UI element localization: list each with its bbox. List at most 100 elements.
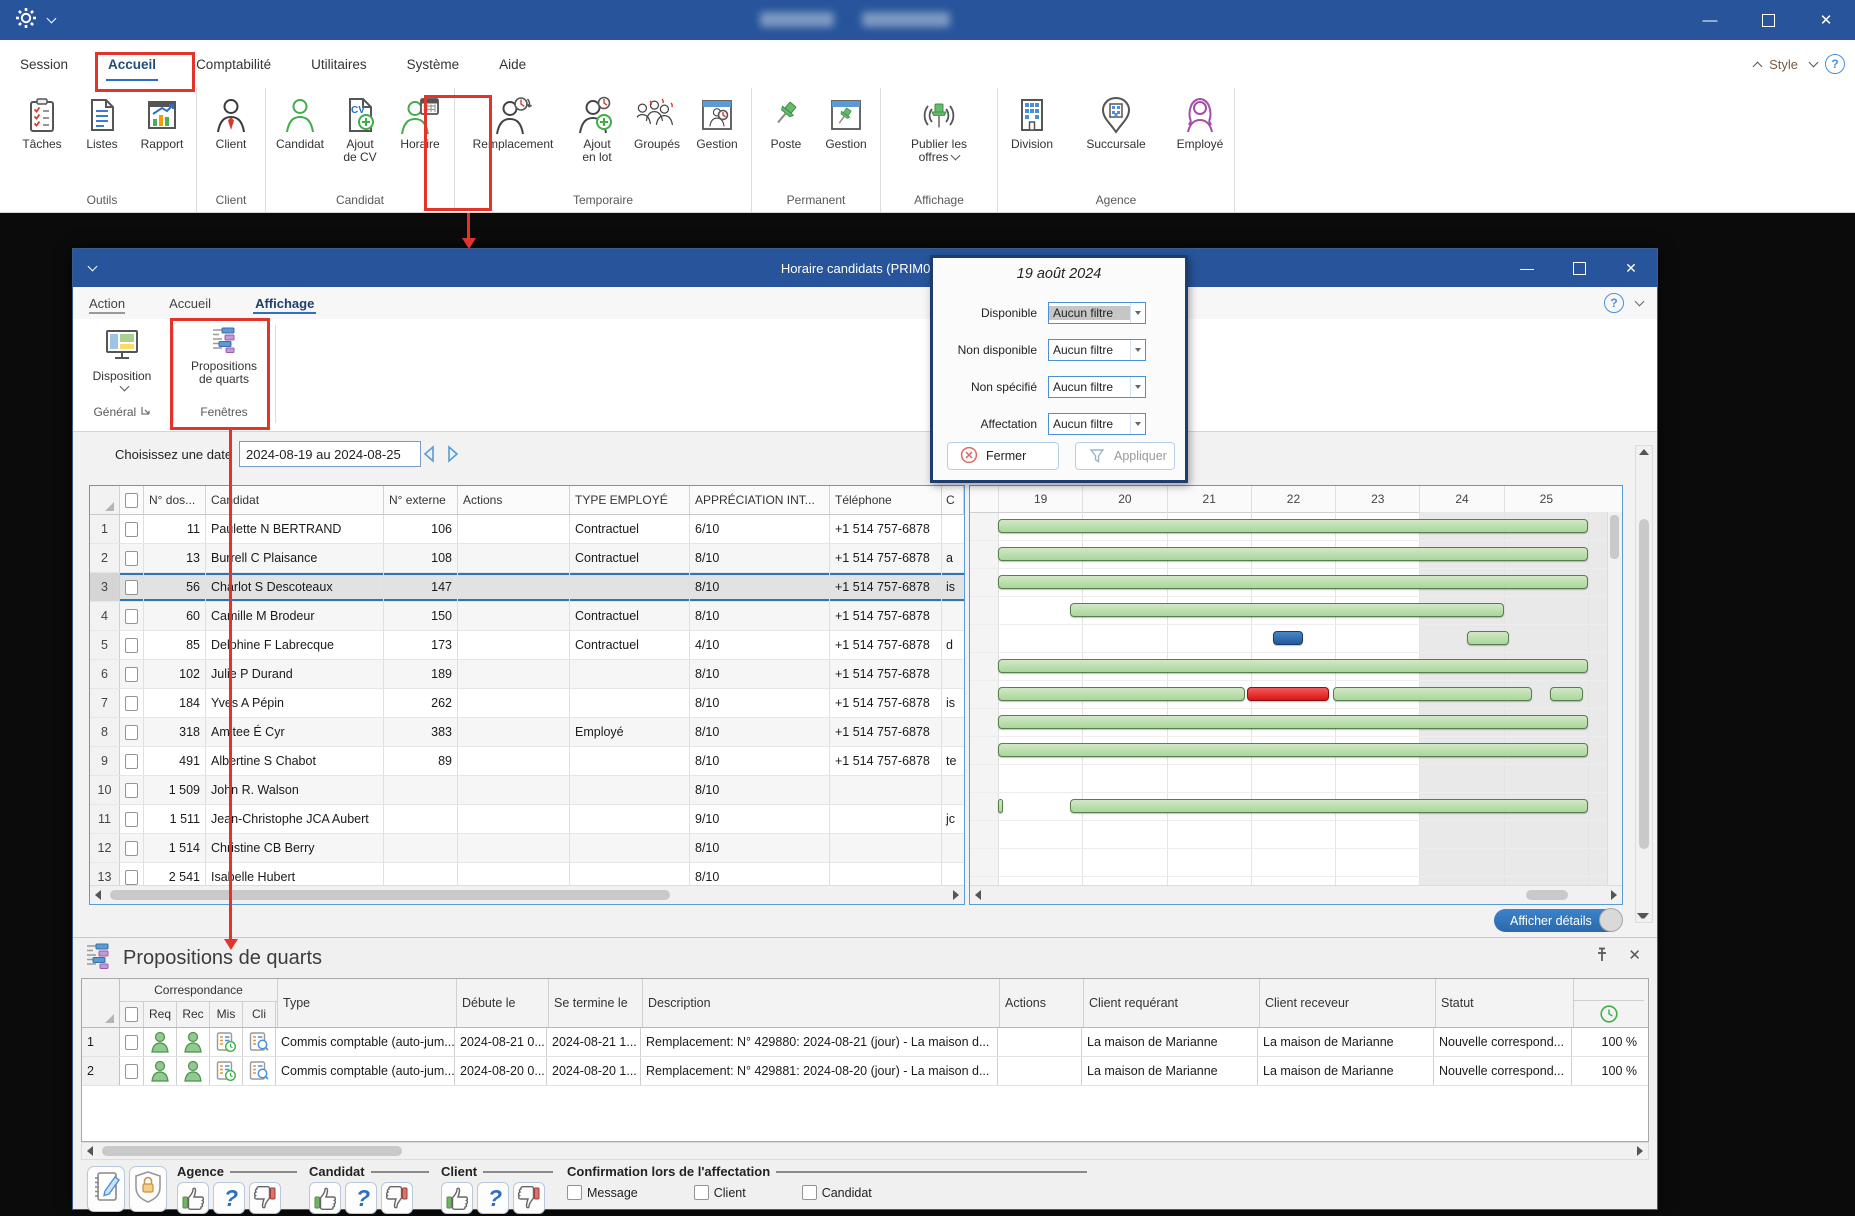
scroll-left-icon[interactable] — [970, 887, 986, 903]
employé-button[interactable]: Employé — [1170, 94, 1230, 151]
candidates-hscrollbar[interactable] — [90, 885, 964, 904]
table-row[interactable]: 121 514Christine CB Berry8/10 — [90, 834, 964, 863]
menu-item-utilitaires[interactable]: Utilitaires — [291, 40, 387, 88]
column-header[interactable]: APPRÉCIATION INT... — [690, 486, 830, 514]
column-header[interactable]: Téléphone — [830, 486, 942, 514]
collapse-icon[interactable] — [1637, 913, 1647, 919]
rapport-button[interactable]: Rapport — [132, 94, 192, 151]
subcolumn-header-req[interactable]: Req — [144, 1002, 177, 1027]
maximize-button[interactable] — [1739, 0, 1797, 40]
filter-dropdown[interactable]: Aucun filtre — [1048, 302, 1146, 324]
proposition-row[interactable]: 1Commis comptable (auto-jum...2024-08-21… — [82, 1028, 1648, 1057]
cli-list-icon[interactable] — [243, 1028, 276, 1056]
child-tab-affichage[interactable]: Affichage — [255, 287, 314, 319]
table-row[interactable]: 213Burrell C Plaisance108Contractuel8/10… — [90, 544, 964, 573]
row-checkbox[interactable] — [120, 689, 144, 717]
gestion-button[interactable]: Gestion — [816, 94, 876, 151]
table-row[interactable]: 111Paulette N BERTRAND106Contractuel6/10… — [90, 515, 964, 544]
scroll-right-icon[interactable] — [1632, 1143, 1648, 1159]
column-header[interactable]: Type — [278, 979, 457, 1027]
subcolumn-header-rec[interactable]: Rec — [177, 1002, 210, 1027]
scroll-left-icon[interactable] — [82, 1143, 98, 1159]
reject-button[interactable] — [513, 1182, 545, 1214]
chevron-down-icon[interactable] — [1130, 414, 1145, 434]
table-row[interactable]: 460Camille M Brodeur150Contractuel8/10+1… — [90, 602, 964, 631]
afficher-details-toggle[interactable]: Afficher détails — [1494, 909, 1622, 932]
reject-button[interactable] — [381, 1182, 413, 1214]
cli-list-icon[interactable] — [243, 1057, 276, 1085]
menu-item-aide[interactable]: Aide — [479, 40, 546, 88]
menu-item-session[interactable]: Session — [0, 40, 88, 88]
gantt-bar-dispo[interactable] — [998, 659, 1588, 673]
select-all-checkbox[interactable] — [120, 1002, 144, 1027]
gantt-bar-dispo[interactable] — [1467, 631, 1508, 645]
table-row[interactable]: 7184Yves A Pépin2628/10+1 514 757-6878is — [90, 689, 964, 718]
publier les-offres-button[interactable]: Publier les offres — [885, 94, 993, 164]
style-label[interactable]: Style — [1769, 57, 1798, 72]
ajout-de cv-button[interactable]: CVAjout de CV — [330, 94, 390, 164]
gantt-bar-quart[interactable] — [1273, 631, 1303, 645]
pin-icon[interactable] — [1594, 946, 1610, 968]
candidates-vscrollbar[interactable] — [1635, 445, 1653, 923]
column-header[interactable]: TYPE EMPLOYÉ — [570, 486, 690, 514]
gantt-bar-dispo[interactable] — [998, 799, 1003, 813]
candidat-button[interactable]: Candidat — [270, 94, 330, 151]
help-icon[interactable]: ? — [1825, 54, 1845, 74]
unknown-button[interactable]: ? — [213, 1182, 245, 1214]
propositions-de-quarts-button[interactable]: Propositions de quarts — [179, 325, 269, 386]
checkbox-candidat[interactable]: Candidat — [802, 1185, 872, 1200]
propositions-hscrollbar[interactable] — [81, 1142, 1649, 1160]
gantt-bar-dispo[interactable] — [998, 743, 1588, 757]
poste-button[interactable]: Poste — [756, 94, 816, 151]
date-range-input[interactable] — [239, 441, 421, 467]
scrollbar-thumb[interactable] — [1610, 515, 1619, 559]
chevron-down-icon[interactable] — [1130, 303, 1145, 323]
groupés-button[interactable]: Groupés — [627, 94, 687, 151]
next-week-button[interactable] — [441, 442, 465, 466]
horaire-button[interactable]: Horaire — [390, 94, 450, 151]
gantt-bar-dispo[interactable] — [998, 687, 1245, 701]
close-button[interactable]: ✕ — [1797, 0, 1855, 40]
table-row[interactable]: 356Charlot S Descoteaux1478/10+1 514 757… — [90, 573, 964, 602]
child-minimize-button[interactable]: — — [1501, 249, 1553, 287]
scroll-left-icon[interactable] — [90, 887, 106, 903]
row-checkbox[interactable] — [120, 573, 144, 601]
child-maximize-button[interactable] — [1553, 249, 1605, 287]
scroll-right-icon[interactable] — [1606, 887, 1622, 903]
minimize-button[interactable]: — — [1681, 0, 1739, 40]
row-checkbox[interactable] — [120, 718, 144, 746]
succursale-button[interactable]: Succursale — [1062, 94, 1170, 151]
gantt-vscrollbar[interactable] — [1607, 512, 1622, 886]
menu-item-accueil[interactable]: Accueil — [88, 40, 176, 88]
corner-cell[interactable] — [90, 486, 120, 514]
menu-item-comptabilité[interactable]: Comptabilité — [176, 40, 291, 88]
row-checkbox[interactable] — [120, 660, 144, 688]
row-checkbox[interactable] — [120, 544, 144, 572]
table-row[interactable]: 8318Amitee É Cyr383Employé8/10+1 514 757… — [90, 718, 964, 747]
gestion-button[interactable]: Gestion — [687, 94, 747, 151]
column-header[interactable]: Se termine le — [549, 979, 643, 1027]
checkbox-client[interactable]: Client — [694, 1185, 746, 1200]
gantt-bar-dispo[interactable] — [1550, 687, 1583, 701]
child-ribbon-chevron-icon[interactable] — [1635, 296, 1645, 306]
scrollbar-thumb[interactable] — [1639, 519, 1649, 849]
scrollbar-thumb[interactable] — [1526, 890, 1568, 900]
row-checkbox[interactable] — [120, 747, 144, 775]
filter-dropdown[interactable]: Aucun filtre — [1048, 413, 1146, 435]
column-header[interactable]: Description — [643, 979, 1000, 1027]
gantt-bar-dispo[interactable] — [998, 519, 1588, 533]
select-all-checkbox[interactable] — [120, 486, 144, 514]
menu-item-système[interactable]: Système — [387, 40, 480, 88]
table-row[interactable]: 6102Julie P Durand1898/10+1 514 757-6878 — [90, 660, 964, 689]
gantt-bar-conflit[interactable] — [1247, 687, 1330, 701]
row-checkbox[interactable] — [120, 515, 144, 543]
gantt-bar-dispo[interactable] — [1070, 603, 1504, 617]
row-checkbox[interactable] — [120, 631, 144, 659]
scrollbar-thumb[interactable] — [102, 1146, 402, 1156]
quick-access-chevron-icon[interactable] — [47, 13, 57, 23]
filter-dropdown[interactable]: Aucun filtre — [1048, 339, 1146, 361]
scrollbar-thumb[interactable] — [110, 890, 670, 900]
column-header[interactable]: Actions — [458, 486, 570, 514]
column-header[interactable]: Actions — [1000, 979, 1084, 1027]
previous-week-button[interactable] — [417, 442, 441, 466]
